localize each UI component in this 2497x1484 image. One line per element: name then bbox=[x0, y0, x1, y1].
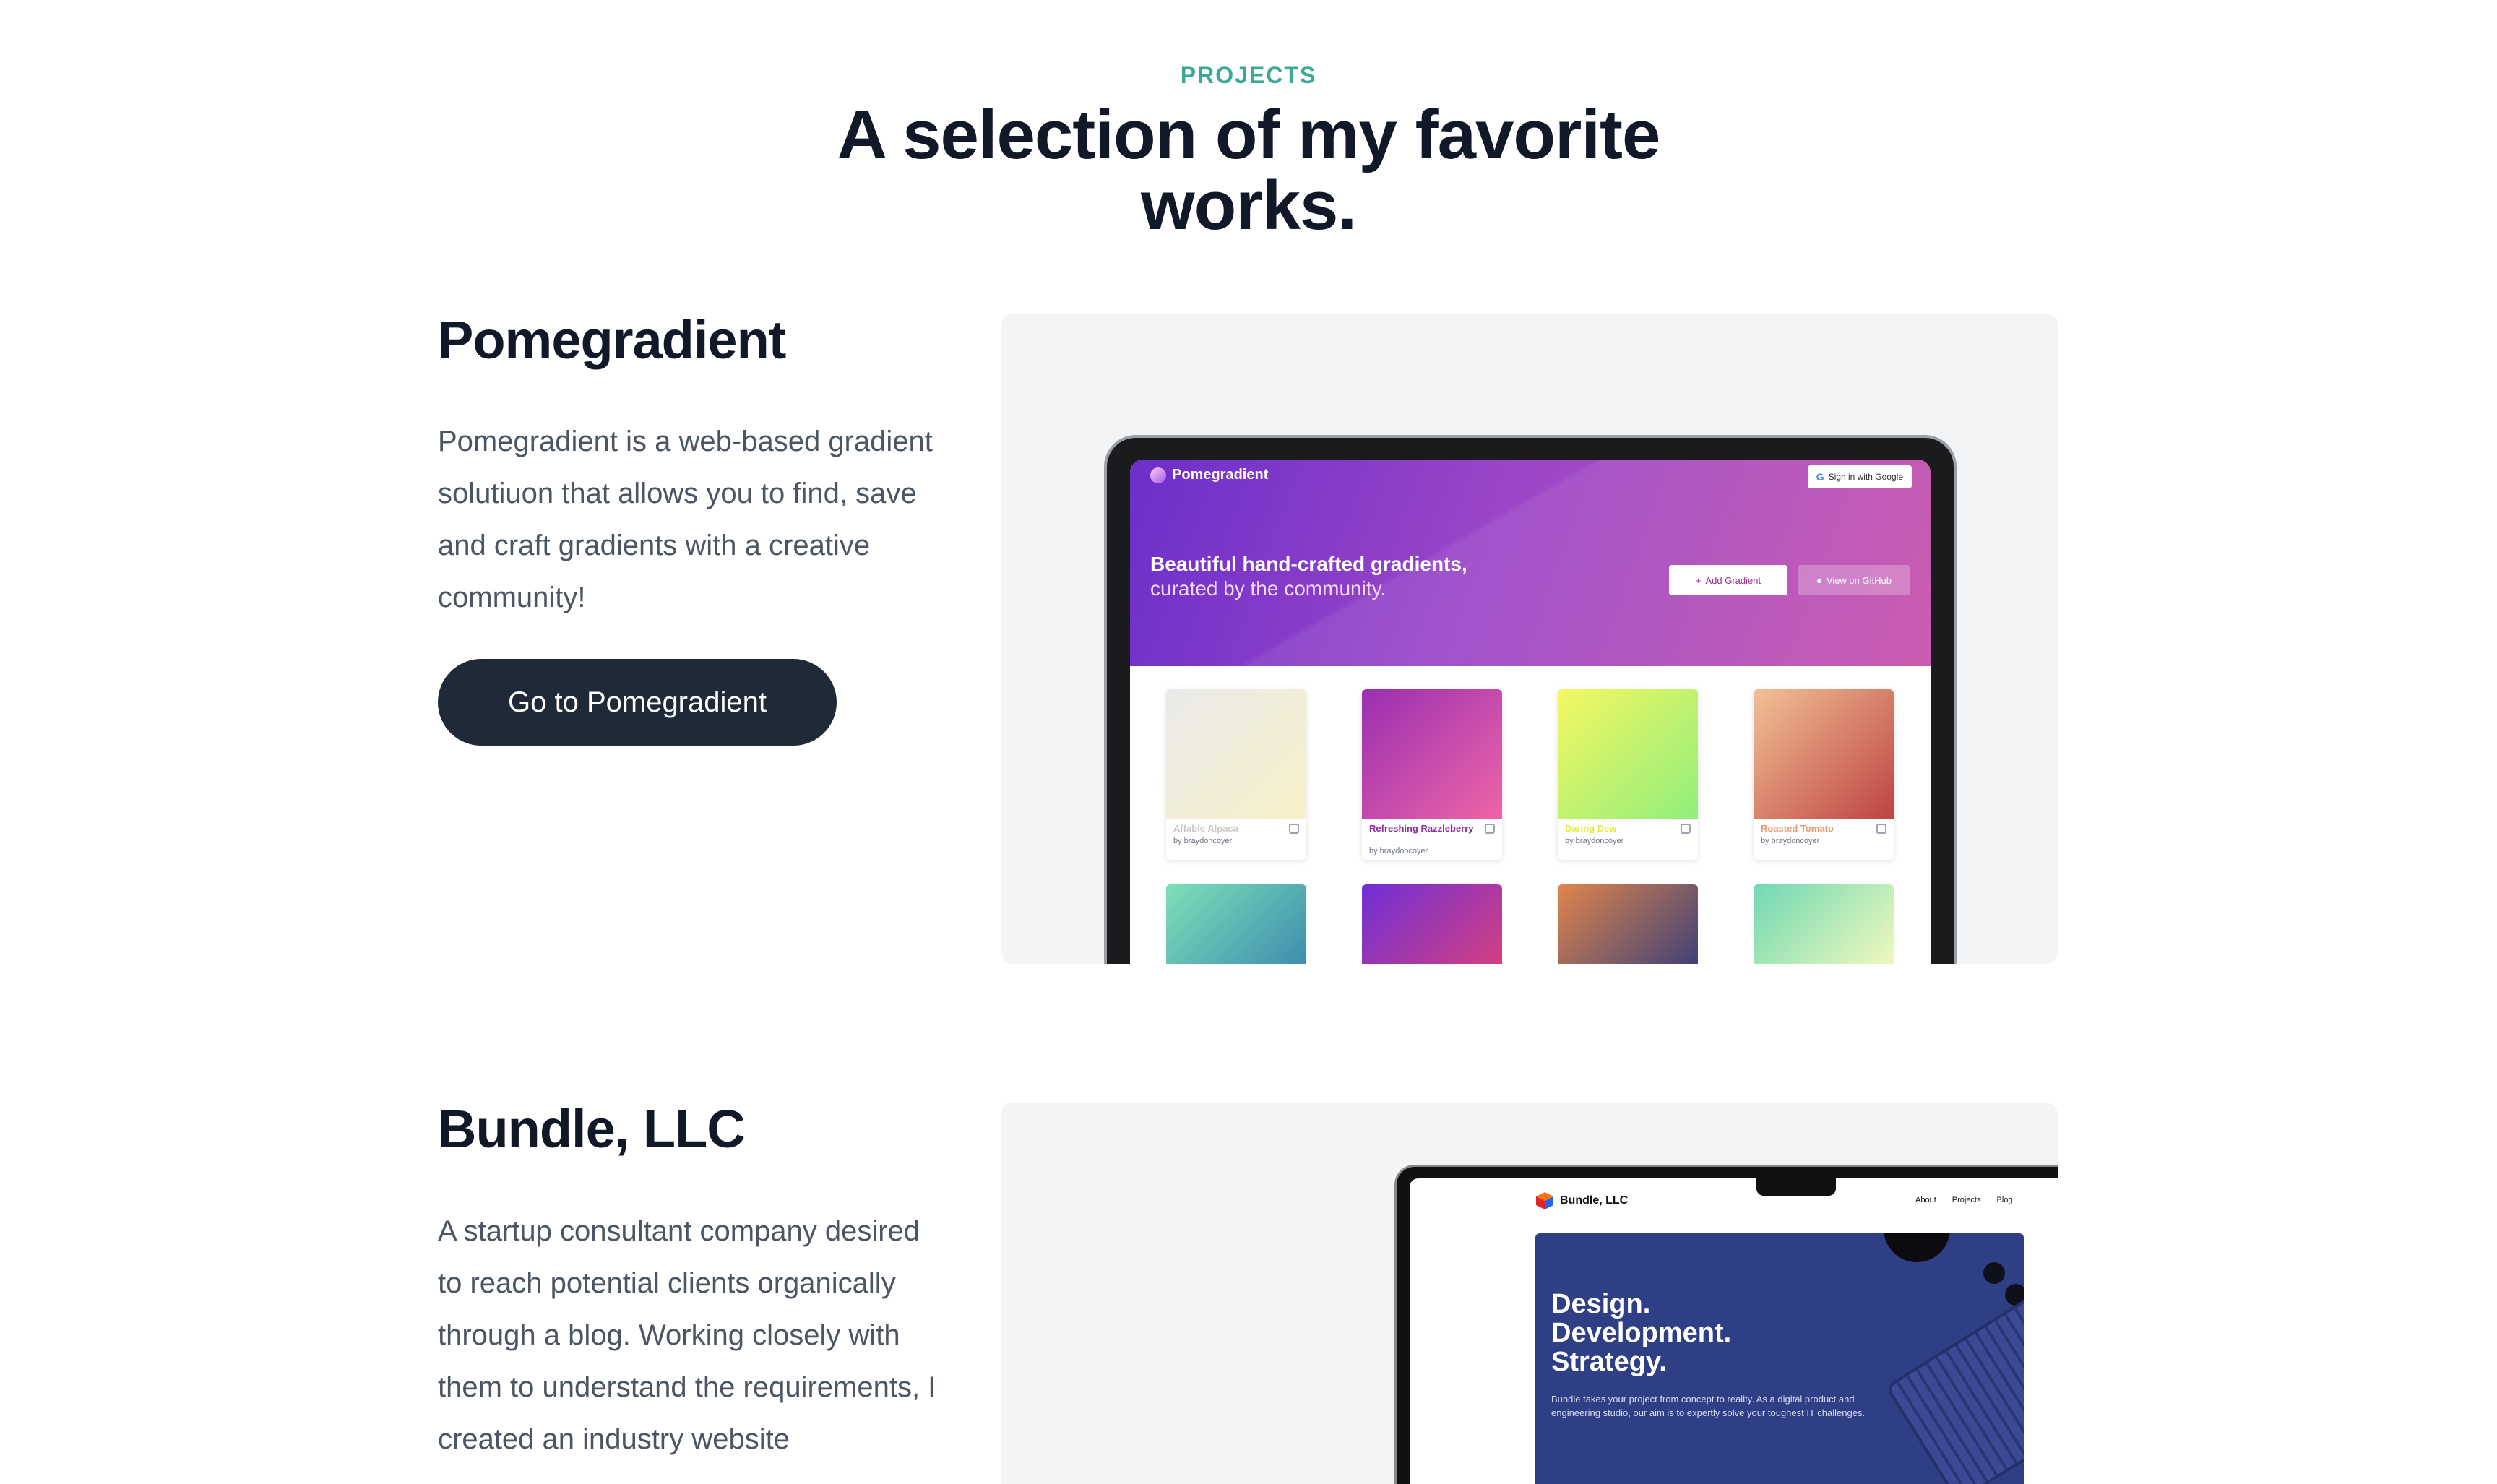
bundle-hero-text: Bundle takes your project from concept t… bbox=[1551, 1394, 1866, 1418]
gradient-name: Affable Alpaca bbox=[1173, 823, 1238, 834]
copy-icon bbox=[1289, 824, 1299, 834]
gradient-name: Daring Dew bbox=[1565, 823, 1617, 834]
gradient-card: Refreshing Razzleberry by braydoncoyer bbox=[1362, 689, 1502, 860]
gradient-card: Daring Dew by braydoncoyer bbox=[1558, 689, 1698, 860]
gradient-author: by braydoncoyer bbox=[1565, 837, 1624, 845]
gradient-author: by braydoncoyer bbox=[1173, 837, 1233, 845]
google-icon: G bbox=[1816, 471, 1824, 483]
project-title: Pomegradient bbox=[438, 310, 786, 370]
camera-notch bbox=[1756, 1178, 1836, 1196]
gradient-swatch bbox=[1362, 689, 1502, 819]
coffee-mug-image bbox=[1884, 1233, 1950, 1262]
earbud-image bbox=[1983, 1262, 2005, 1284]
pomegradient-logo: Pomegradient bbox=[1150, 467, 1268, 483]
bundle-hero: Design. Development. Strategy. Bundle ta… bbox=[1535, 1233, 2024, 1484]
gradient-swatch bbox=[1558, 884, 1698, 964]
gradient-author: by braydoncoyer bbox=[1761, 837, 1820, 845]
gradient-swatch bbox=[1362, 884, 1502, 964]
laptop-screen: Bundle, LLC About Projects Blog Design. … bbox=[1410, 1178, 2058, 1484]
project-screenshot[interactable]: Pomegradient G Sign in with Google Beaut… bbox=[1001, 314, 2058, 964]
laptop-frame: Pomegradient G Sign in with Google Beaut… bbox=[1104, 435, 1957, 964]
bundle-hero-title: Design. Development. Strategy. bbox=[1551, 1289, 1732, 1377]
cube-logo-icon bbox=[1536, 1192, 1553, 1209]
gradient-swatch bbox=[1754, 884, 1894, 964]
project-description: A startup consultant company desired to … bbox=[438, 1215, 936, 1455]
project-title: Bundle, LLC bbox=[438, 1099, 746, 1159]
laptop-frame: Bundle, LLC About Projects Blog Design. … bbox=[1394, 1165, 2058, 1484]
bundle-logo: Bundle, LLC bbox=[1535, 1191, 1628, 1210]
gradient-swatch bbox=[1754, 689, 1894, 819]
gradient-card: Affable Alpaca by braydoncoyer bbox=[1166, 689, 1306, 860]
section-eyebrow: PROJECTS bbox=[1180, 62, 1317, 88]
gradient-author: by braydoncoyer bbox=[1369, 847, 1428, 855]
pomegradient-logo-icon bbox=[1150, 467, 1166, 483]
add-gradient-button: + Add Gradient bbox=[1669, 565, 1787, 595]
project-screenshot[interactable]: Bundle, LLC About Projects Blog Design. … bbox=[1001, 1103, 2058, 1484]
sign-in-with-google-button: G Sign in with Google bbox=[1807, 465, 1912, 488]
nav-about: About bbox=[1915, 1196, 1936, 1204]
plus-icon: + bbox=[1695, 574, 1702, 586]
gradient-swatch bbox=[1558, 689, 1698, 819]
gradient-name: Roasted Tomato bbox=[1761, 823, 1834, 834]
go-to-pomegradient-button[interactable]: Go to Pomegradient bbox=[438, 659, 837, 746]
section-headline: A selection of my favorite works. bbox=[837, 96, 1661, 244]
hero-title: Beautiful hand-crafted gradients, bbox=[1150, 553, 1467, 575]
keyboard-image bbox=[1884, 1294, 2024, 1484]
hero-subtitle: curated by the community. bbox=[1150, 577, 1386, 600]
github-icon: ● bbox=[1816, 574, 1822, 586]
gradient-swatch bbox=[1166, 884, 1306, 964]
bundle-nav: About Projects Blog bbox=[1915, 1196, 2013, 1204]
nav-projects: Projects bbox=[1952, 1196, 1981, 1204]
laptop-screen: Pomegradient G Sign in with Google Beaut… bbox=[1130, 460, 1931, 964]
view-on-github-button: ● View on GitHub bbox=[1798, 565, 1910, 595]
gradient-card: Roasted Tomato by braydoncoyer bbox=[1754, 689, 1894, 860]
gradient-swatch bbox=[1166, 689, 1306, 819]
copy-icon bbox=[1485, 824, 1495, 834]
copy-icon bbox=[1681, 824, 1691, 834]
gradient-name: Refreshing Razzleberry bbox=[1369, 823, 1474, 834]
project-description: Pomegradient is a web-based gradient sol… bbox=[438, 426, 933, 613]
copy-icon bbox=[1876, 824, 1886, 834]
nav-blog: Blog bbox=[1996, 1196, 2013, 1204]
